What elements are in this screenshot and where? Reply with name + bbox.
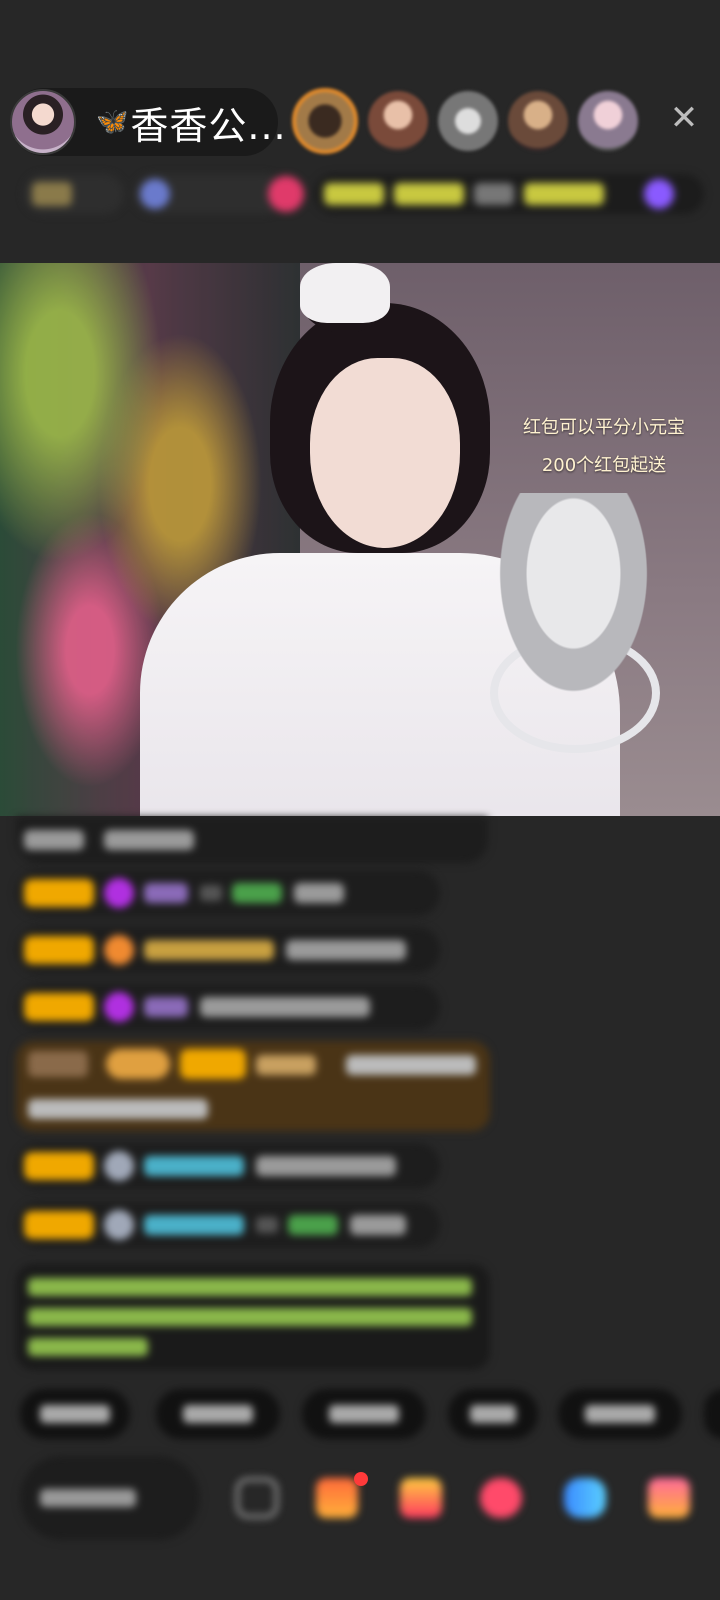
level-badge bbox=[24, 993, 94, 1021]
video-overlay-text: 红包可以平分小元宝 bbox=[523, 417, 685, 438]
streamer-hair-bow bbox=[300, 263, 390, 323]
bottom-toolbar bbox=[0, 1456, 720, 1540]
chat-message-highlight bbox=[16, 1041, 490, 1131]
quick-reply-chip[interactable] bbox=[704, 1389, 720, 1439]
microphone bbox=[480, 493, 650, 723]
more-icon[interactable] bbox=[648, 1478, 690, 1518]
host-info-pill[interactable]: 🦋 香香公... bbox=[10, 88, 286, 156]
streamer-face bbox=[310, 358, 460, 548]
gem-icon bbox=[104, 1151, 134, 1181]
comment-input[interactable] bbox=[20, 1456, 200, 1540]
shopping-bag-icon[interactable] bbox=[400, 1478, 442, 1518]
quick-reply-chip[interactable] bbox=[302, 1389, 426, 1439]
viewer-avatar[interactable] bbox=[368, 91, 428, 151]
rank-badge[interactable] bbox=[24, 174, 124, 214]
viewer-avatar[interactable] bbox=[438, 91, 498, 151]
gem-icon bbox=[104, 935, 134, 965]
host-avatar[interactable] bbox=[10, 89, 76, 155]
quick-reply-chip[interactable] bbox=[558, 1389, 682, 1439]
quick-reply-chip[interactable] bbox=[448, 1389, 538, 1439]
gift-icon[interactable] bbox=[316, 1478, 358, 1518]
viewer-avatar[interactable] bbox=[292, 88, 358, 154]
fans-badge[interactable] bbox=[134, 174, 284, 214]
system-notice bbox=[16, 1264, 490, 1370]
butterfly-icon: 🦋 bbox=[96, 107, 129, 137]
chat-message bbox=[16, 984, 440, 1030]
activity-banner[interactable] bbox=[314, 174, 704, 214]
top-viewers bbox=[292, 88, 648, 154]
quick-reply-row bbox=[20, 1389, 720, 1439]
viewer-avatar[interactable] bbox=[508, 91, 568, 151]
host-name-wrap: 🦋 香香公... bbox=[96, 95, 287, 150]
host-name: 香香公... bbox=[130, 103, 287, 148]
gem-icon bbox=[104, 1210, 134, 1240]
close-icon: ✕ bbox=[669, 98, 699, 138]
level-badge bbox=[24, 1152, 94, 1180]
game-icon[interactable] bbox=[564, 1478, 606, 1518]
chat-message bbox=[16, 817, 488, 863]
emoji-icon[interactable] bbox=[236, 1478, 278, 1518]
quick-reply-chip[interactable] bbox=[156, 1389, 280, 1439]
close-button[interactable]: ✕ bbox=[664, 98, 704, 138]
stream-badges bbox=[24, 170, 704, 218]
chat-message bbox=[16, 870, 440, 916]
level-badge bbox=[24, 936, 94, 964]
video-overlay-text: 200个红包起送 bbox=[541, 455, 667, 476]
live-indicator[interactable] bbox=[268, 176, 304, 212]
quick-reply-chip[interactable] bbox=[20, 1389, 130, 1439]
chat-message bbox=[16, 1202, 440, 1248]
viewer-avatar[interactable] bbox=[578, 91, 638, 151]
level-badge bbox=[24, 879, 94, 907]
notification-dot bbox=[354, 1472, 368, 1486]
chat-message bbox=[16, 1143, 440, 1189]
gem-icon bbox=[104, 878, 134, 908]
gem-icon bbox=[104, 992, 134, 1022]
heart-icon[interactable] bbox=[480, 1478, 522, 1518]
level-badge bbox=[24, 1211, 94, 1239]
chat-message bbox=[16, 927, 440, 973]
live-video[interactable]: 红包可以平分小元宝 200个红包起送 bbox=[0, 263, 720, 816]
